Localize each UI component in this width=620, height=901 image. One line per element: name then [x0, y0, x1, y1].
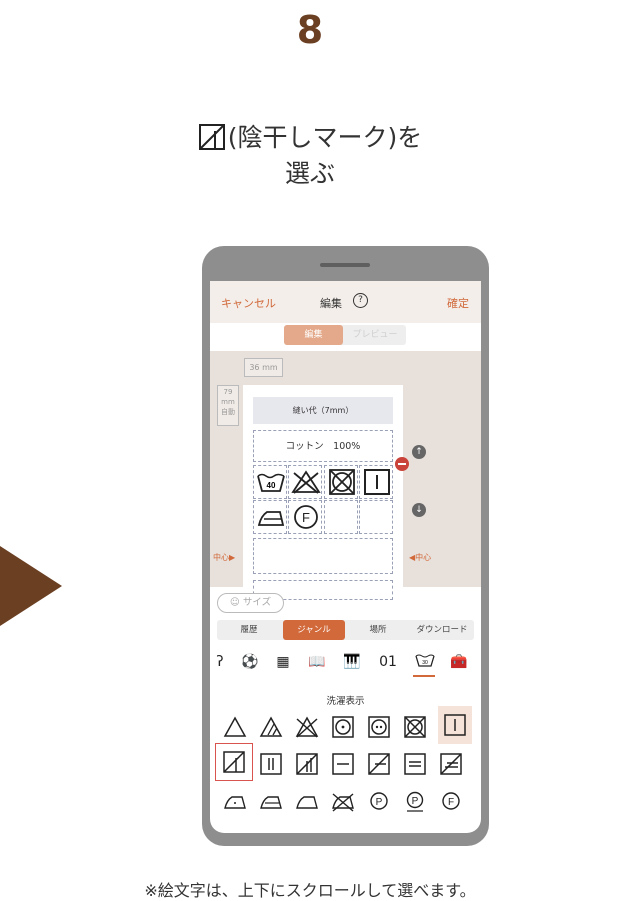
svg-text:P: P [376, 797, 383, 808]
size-label: サイズ [242, 597, 272, 608]
category-selected-underline [413, 675, 435, 677]
iron-cell[interactable] [253, 500, 287, 534]
soccer-ball-icon[interactable]: ⚽ [238, 652, 262, 672]
empty-row[interactable] [253, 538, 393, 574]
dry-clean-cell[interactable]: F [288, 500, 322, 534]
height-value: 79 [223, 388, 233, 396]
app-screen: キャンセル 編集 ? 確定 編集 プレビュー 36 mm 79 mm 自動 縫い… [210, 281, 481, 833]
height-mode: 自動 [221, 408, 235, 416]
empty-cell[interactable] [324, 500, 358, 534]
tab-genre[interactable]: ジャンル [283, 620, 345, 640]
move-up-icon[interactable]: ↑ [412, 445, 426, 459]
tumble-dry-crossed-icon[interactable] [397, 710, 431, 744]
dry-clean-f-icon[interactable]: F [433, 784, 467, 818]
hang-dry-cell[interactable] [359, 465, 393, 499]
drip-flat-dry-icon[interactable] [397, 747, 431, 781]
flat-dry-icon[interactable] [325, 747, 359, 781]
tab-history[interactable]: 履歴 [217, 620, 281, 640]
tumble-dry-crossed-icon [329, 469, 355, 495]
instruction-line2: 選ぶ [284, 159, 335, 188]
shade-hang-dry-icon[interactable] [215, 743, 253, 781]
iron-icon [257, 511, 285, 526]
calculator-icon[interactable]: ▦ [271, 652, 295, 672]
iron-medium-icon[interactable] [253, 784, 287, 818]
category-title: 洗濯表示 [326, 696, 365, 707]
bleach-crossed-icon [291, 470, 321, 494]
delete-icon[interactable] [395, 457, 409, 471]
toolbox-icon[interactable]: 🧰 [447, 652, 471, 672]
move-down-icon[interactable]: ↓ [412, 503, 426, 517]
seam-allowance-row[interactable]: 縫い代（7mm） [253, 397, 393, 424]
step-number: 8 [296, 8, 324, 52]
triangle-icon[interactable] [217, 710, 251, 744]
center-left-label: 中心 [213, 553, 229, 562]
wash-40-cell[interactable]: 40 [253, 465, 287, 499]
triangle-stripes-icon[interactable] [253, 710, 287, 744]
category-bar-wash-temp: 30 [422, 660, 428, 666]
iron-crossed-icon[interactable] [325, 784, 359, 818]
center-left-marker: 中心▶ [213, 553, 236, 562]
hang-dry-icon [364, 469, 390, 495]
scroll-hint-caption: ※絵文字は、上下にスクロールして選べます。 [144, 881, 476, 900]
height-badge[interactable]: 79 mm 自動 [217, 385, 239, 426]
tumble-dry-icon[interactable] [361, 710, 395, 744]
dry-clean-p-underline-icon[interactable]: P [397, 784, 431, 818]
svg-text:F: F [448, 797, 454, 808]
hang-dry-icon[interactable] [438, 706, 472, 744]
fabric-composition-row[interactable]: コットン 100% [253, 430, 393, 462]
bleach-cell[interactable] [288, 465, 322, 499]
book-icon[interactable]: 📖 [305, 652, 329, 672]
segment-edit[interactable]: 編集 [284, 325, 343, 345]
empty-cell[interactable] [359, 500, 393, 534]
iron-low-icon[interactable] [217, 784, 251, 818]
shade-hang-dry-icon [198, 124, 225, 150]
category-bar: ʔ ⚽ ▦ 📖 🎹 01 30 🧰 [210, 647, 481, 680]
triangle-crossed-icon[interactable] [289, 710, 323, 744]
center-right-label: 中心 [415, 553, 432, 562]
dry-clean-p-icon[interactable]: P [361, 784, 395, 818]
phone-speaker [320, 263, 370, 267]
shade-drip-dry-icon[interactable] [289, 747, 323, 781]
wash-tub-icon: 40 [257, 473, 285, 492]
width-unit: mm [262, 363, 278, 372]
center-right-marker: ◀中心 [409, 553, 432, 562]
dry-clean-f-icon: F [294, 505, 318, 529]
tumble-dry-low-icon[interactable] [325, 710, 359, 744]
tab-place[interactable]: 場所 [347, 620, 409, 640]
wash-temp: 40 [267, 481, 276, 490]
instruction-line1: (陰干しマーク)を [227, 123, 423, 152]
app-header: キャンセル 編集 ? 確定 [210, 281, 481, 323]
play-arrow-icon [0, 546, 62, 626]
laundry-category-icon[interactable]: 30 [413, 652, 437, 672]
piano-icon[interactable]: 🎹 [340, 652, 364, 672]
cancel-button[interactable]: キャンセル [221, 295, 276, 311]
library-tabs: 履歴 ジャンル 場所 ダウンロード [217, 620, 474, 640]
shade-drip-flat-dry-icon[interactable] [433, 747, 467, 781]
label-canvas: 36 mm 79 mm 自動 縫い代（7mm） コットン 100% 40 F ↑… [210, 351, 481, 600]
wash-tub-small-icon: 30 [415, 654, 435, 667]
care-label: 縫い代（7mm） コットン 100% 40 F [243, 385, 403, 600]
size-button[interactable]: ☺ サイズ [217, 593, 284, 613]
segment-preview[interactable]: プレビュー [344, 325, 406, 345]
height-unit: mm [221, 398, 235, 406]
iron-high-icon[interactable] [289, 784, 323, 818]
svg-text:F: F [302, 510, 310, 525]
help-icon[interactable]: ? [353, 293, 368, 308]
drip-dry-icon[interactable] [253, 747, 287, 781]
category-number[interactable]: 01 [376, 652, 400, 672]
shade-flat-dry-icon[interactable] [361, 747, 395, 781]
mode-segmented-control: 編集 プレビュー [284, 325, 406, 345]
instruction: (陰干しマーク)を 選ぶ [0, 120, 620, 192]
tumble-cell[interactable] [324, 465, 358, 499]
width-badge[interactable]: 36 mm [244, 358, 283, 377]
confirm-button[interactable]: 確定 [447, 295, 469, 311]
tab-download[interactable]: ダウンロード [410, 620, 474, 640]
screen-title: 編集 [320, 297, 342, 310]
svg-text:P: P [412, 796, 419, 807]
category-partial-icon[interactable]: ʔ [210, 652, 232, 672]
width-value: 36 [249, 363, 260, 372]
